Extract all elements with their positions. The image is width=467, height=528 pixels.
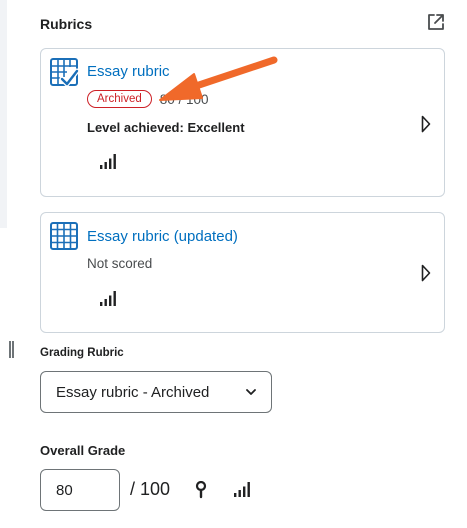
archived-badge: Archived [87,90,152,108]
panel-resize-handle[interactable] [9,341,14,358]
rubric-score: 80 / 100 [159,91,209,107]
overall-grade-input[interactable] [40,469,120,511]
rubric-status: Not scored [87,256,153,271]
left-rail [0,0,16,528]
grading-rubric-selected: Essay rubric - Archived [56,383,210,401]
rubric-link-essay[interactable]: Essay rubric [87,63,170,80]
rubric-grid-icon [50,222,78,250]
signal-bars-icon[interactable] [99,289,117,307]
rubric-card-essay-updated[interactable]: Essay rubric (updated) Not scored [40,212,445,333]
chevron-down-icon [246,389,256,395]
overall-grade-label: Overall Grade [40,443,126,458]
signal-bars-icon[interactable] [99,152,117,170]
chevron-right-icon[interactable] [421,264,431,282]
pin-icon[interactable] [195,481,207,499]
rubric-link-essay-updated[interactable]: Essay rubric (updated) [87,228,238,245]
chevron-right-icon[interactable] [421,115,431,133]
signal-bars-icon[interactable] [233,480,251,498]
popout-icon[interactable] [426,12,446,32]
rubrics-heading: Rubrics [40,16,93,32]
rubric-status-row: Archived 80 / 100 [87,90,209,108]
rubric-scored-icon [50,58,79,87]
grading-rubric-label: Grading Rubric [40,347,124,359]
grading-rubric-select[interactable]: Essay rubric - Archived [40,371,272,413]
level-achieved: Level achieved: Excellent [87,120,245,135]
overall-grade-out-of: / 100 [130,479,171,499]
rubric-card-essay[interactable]: Essay rubric Archived 80 / 100 Level ach… [40,48,445,197]
left-rail-shade [0,0,7,228]
